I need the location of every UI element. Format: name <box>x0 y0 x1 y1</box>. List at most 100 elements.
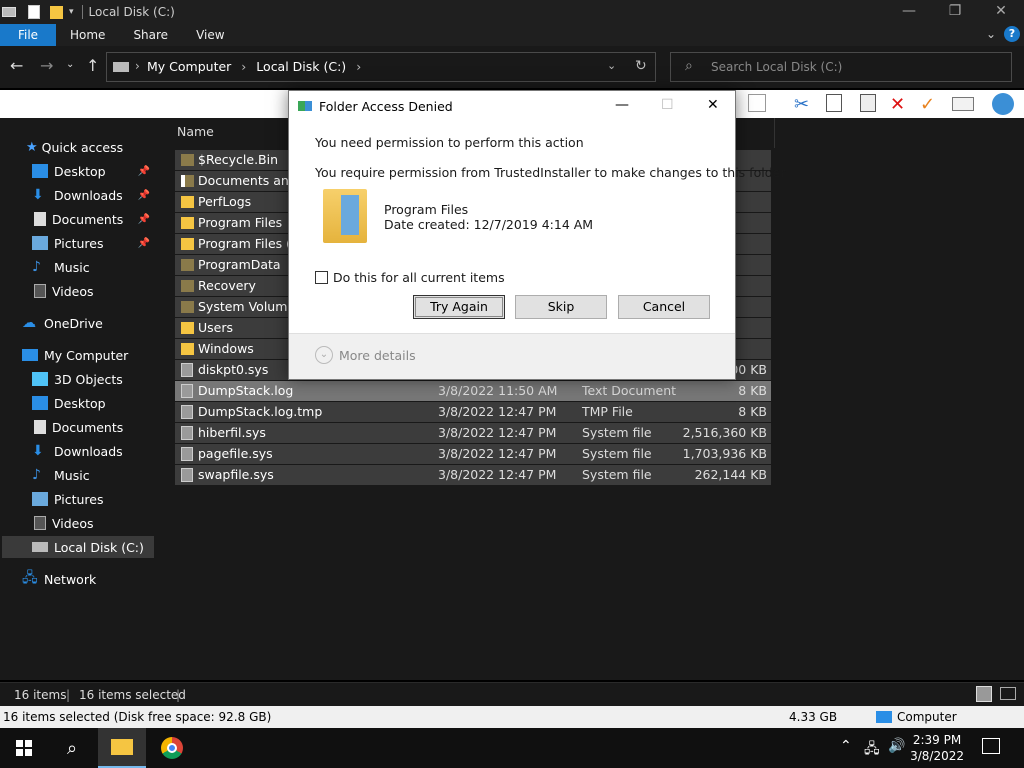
back-arrow-icon[interactable]: ← <box>10 56 23 75</box>
address-dropdown-icon[interactable]: ⌄ <box>607 59 616 72</box>
pin-icon[interactable]: 📌 <box>138 190 150 201</box>
table-row[interactable]: pagefile.sys 3/8/2022 12:47 PM System file… <box>175 444 771 464</box>
chevron-right-icon[interactable]: › <box>135 59 140 73</box>
large-icons-view-icon[interactable] <box>1000 687 1016 700</box>
paste-icon[interactable] <box>860 94 876 112</box>
network-status-icon[interactable]: 🖧 <box>864 738 880 762</box>
taskbar-file-explorer[interactable] <box>98 728 146 768</box>
file-type: Text Document <box>582 383 677 398</box>
file-date: 3/8/2022 12:47 PM <box>438 446 557 461</box>
music-note-icon: ♪ <box>32 259 41 275</box>
more-details-link[interactable]: More details <box>339 348 416 363</box>
nav-quick-music[interactable]: ♪ Music <box>32 256 156 278</box>
nav-local-disk[interactable]: Local Disk (C:) <box>2 536 154 558</box>
nav-quick-videos[interactable]: Videos <box>32 280 156 302</box>
file-size: 1,703,936 KB <box>682 446 767 461</box>
copy-icon[interactable] <box>826 94 842 112</box>
notifications-icon[interactable] <box>982 738 1000 754</box>
nav-my-computer[interactable]: My Computer <box>22 344 156 366</box>
pin-icon[interactable]: 📌 <box>138 214 150 225</box>
tab-share[interactable]: Share <box>119 24 182 46</box>
folder-icon <box>181 196 194 208</box>
cancel-button[interactable]: Cancel <box>618 295 710 319</box>
customize-toolbar-icon[interactable]: ▾ <box>69 7 74 17</box>
nav-music[interactable]: ♪ Music <box>32 464 156 486</box>
file-name: Users <box>198 320 234 335</box>
show-hidden-icons-icon[interactable]: ⌃ <box>840 738 852 754</box>
file-date: 3/8/2022 12:47 PM <box>438 404 557 419</box>
table-row[interactable]: DumpStack.log.tmp 3/8/2022 12:47 PM TMP Fi… <box>175 402 771 422</box>
taskbar-chrome[interactable] <box>148 728 196 768</box>
try-again-button[interactable]: Try Again <box>413 295 505 319</box>
column-header-name[interactable]: Name <box>177 124 214 139</box>
nav-quick-desktop[interactable]: Desktop 📌 <box>32 160 156 182</box>
file-size: 8 KB <box>738 404 767 419</box>
nav-desktop[interactable]: Desktop <box>32 392 156 414</box>
skip-button[interactable]: Skip <box>515 295 607 319</box>
nav-documents[interactable]: Documents <box>32 416 156 438</box>
volume-icon[interactable]: 🔊 <box>888 738 905 754</box>
up-arrow-icon[interactable]: ↑ <box>86 56 99 75</box>
file-size: 8 KB <box>738 383 767 398</box>
tab-home[interactable]: Home <box>56 24 119 46</box>
nav-onedrive[interactable]: ☁ OneDrive <box>22 312 156 334</box>
table-row[interactable]: swapfile.sys 3/8/2022 12:47 PM System file… <box>175 465 771 485</box>
globe-icon[interactable] <box>992 93 1014 115</box>
pin-icon[interactable]: 📌 <box>138 238 150 249</box>
start-button[interactable] <box>0 728 48 768</box>
search-input[interactable]: Search Local Disk (C:) <box>711 60 842 74</box>
details-view-icon[interactable] <box>976 686 992 702</box>
maximize-button[interactable]: ❐ <box>932 0 978 24</box>
dialog-minimize-button[interactable]: — <box>615 97 629 113</box>
dialog-close-button[interactable]: ✕ <box>707 97 719 113</box>
new-file-icon[interactable] <box>748 94 766 112</box>
expand-ribbon-icon[interactable]: ⌄ <box>986 27 996 41</box>
column-divider[interactable] <box>774 118 775 148</box>
table-row[interactable]: hiberfil.sys 3/8/2022 12:47 PM System file… <box>175 423 771 443</box>
nav-network[interactable]: 🖧 Network <box>22 568 156 590</box>
nav-3d-objects[interactable]: 3D Objects <box>32 368 156 390</box>
cut-icon[interactable]: ✂ <box>794 94 809 115</box>
breadcrumb-local-disk[interactable]: Local Disk (C:) <box>256 59 346 74</box>
search-box[interactable]: ⌕ Search Local Disk (C:) <box>670 52 1012 82</box>
table-row[interactable]: DumpStack.log 3/8/2022 11:50 AM Text Docum… <box>175 381 771 401</box>
chevron-down-circle-icon[interactable]: ⌄ <box>315 346 333 364</box>
nav-videos[interactable]: Videos <box>32 512 156 534</box>
file-name: DumpStack.log.tmp <box>198 404 323 419</box>
nav-quick-documents[interactable]: Documents 📌 <box>32 208 156 230</box>
properties-icon[interactable] <box>28 5 40 19</box>
close-button[interactable]: ✕ <box>978 0 1024 24</box>
system-folder-icon <box>181 280 194 292</box>
system-clock[interactable]: 2:39 PM 3/8/2022 <box>910 732 964 764</box>
folder-icon <box>111 739 133 755</box>
file-move-icon <box>298 101 312 111</box>
refresh-icon[interactable]: ↻ <box>635 58 647 74</box>
check-icon[interactable]: ✓ <box>920 94 935 115</box>
checkbox-label[interactable]: Do this for all current items <box>333 270 505 285</box>
help-icon[interactable]: ? <box>1004 26 1020 42</box>
nav-pictures[interactable]: Pictures <box>32 488 156 510</box>
search-icon: ⌕ <box>66 737 78 759</box>
new-folder-icon[interactable] <box>50 5 63 19</box>
chevron-right-icon[interactable]: › <box>356 59 361 74</box>
chevron-right-icon[interactable]: › <box>241 59 246 74</box>
drive-icon[interactable] <box>2 7 16 17</box>
nav-quick-access[interactable]: ★ Quick access <box>26 136 156 158</box>
all-items-checkbox[interactable] <box>315 271 328 284</box>
delete-icon[interactable]: ✕ <box>890 94 905 115</box>
nav-quick-downloads[interactable]: ⬇ Downloads 📌 <box>32 184 156 206</box>
tab-view[interactable]: View <box>182 24 238 46</box>
properties-icon[interactable] <box>952 97 974 111</box>
nav-quick-pictures[interactable]: Pictures 📌 <box>32 232 156 254</box>
pin-icon[interactable]: 📌 <box>138 166 150 177</box>
search-button[interactable]: ⌕ <box>48 728 96 768</box>
address-bar[interactable]: › My Computer › Local Disk (C:) › ⌄ ↻ <box>106 52 656 82</box>
forward-arrow-icon[interactable]: → <box>40 56 53 75</box>
minimize-button[interactable]: — <box>886 0 932 24</box>
nav-downloads[interactable]: ⬇ Downloads <box>32 440 156 462</box>
file-name: DumpStack.log <box>198 383 294 398</box>
breadcrumb-my-computer[interactable]: My Computer <box>147 59 231 74</box>
file-name: pagefile.sys <box>198 446 273 461</box>
tab-file[interactable]: File <box>0 24 56 46</box>
recent-locations-icon[interactable]: ⌄ <box>66 59 74 70</box>
